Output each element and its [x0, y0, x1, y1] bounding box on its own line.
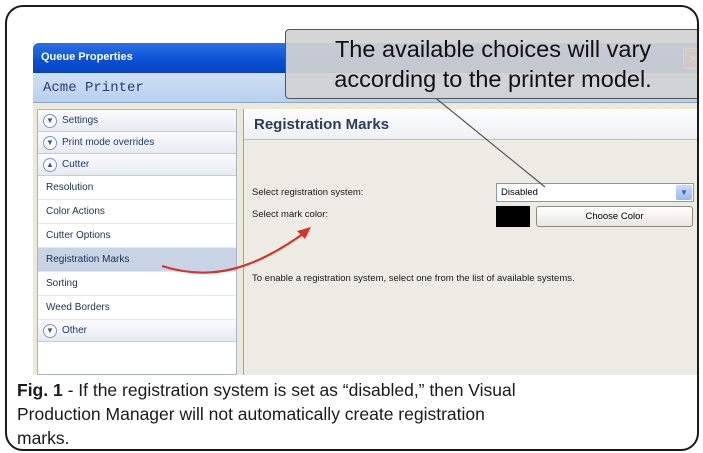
registration-system-select[interactable]: Disabled ▼ [496, 183, 694, 202]
chevron-up-icon: ▲ [43, 158, 57, 172]
caption-text-3: marks. [17, 428, 70, 448]
window-title: Queue Properties [41, 51, 133, 63]
sidebar-section-label: Settings [62, 115, 99, 126]
sidebar-section-other[interactable]: ▼ Other [38, 320, 236, 342]
sidebar-item-cutter-options[interactable]: Cutter Options [38, 224, 236, 248]
select-system-label: Select registration system: [252, 187, 364, 198]
caption-text-1: - If the registration system is set as “… [62, 380, 516, 400]
callout-line-2: according to the printer model. [334, 66, 652, 92]
sidebar: ▼ Settings ▼ Print mode overrides ▲ Cutt… [37, 109, 237, 375]
figure-frame: Queue Properties × Acme Printer ▼ Settin… [5, 5, 699, 451]
sidebar-section-print-mode-overrides[interactable]: ▼ Print mode overrides [38, 132, 236, 154]
sidebar-item-registration-marks[interactable]: Registration Marks [38, 248, 236, 272]
callout-box: The available choices will vary accordin… [285, 29, 697, 99]
content-panel: Registration Marks Select registration s… [243, 109, 697, 375]
page-title: Registration Marks [254, 116, 390, 133]
registration-hint: To enable a registration system, select … [252, 273, 575, 284]
sidebar-item-sorting[interactable]: Sorting [38, 272, 236, 296]
chevron-down-icon: ▼ [43, 114, 57, 128]
figure-caption: Fig. 1 - If the registration system is s… [17, 378, 697, 449]
choose-color-button[interactable]: Choose Color [536, 206, 693, 227]
chevron-down-icon[interactable]: ▼ [676, 185, 692, 200]
registration-system-value: Disabled [501, 187, 538, 198]
caption-text-2: Production Manager will not automaticall… [17, 404, 485, 424]
content-header: Registration Marks [244, 109, 697, 140]
sidebar-section-label: Cutter [62, 159, 90, 170]
printer-name: Acme Printer [43, 80, 144, 96]
mark-color-swatch[interactable] [496, 206, 530, 227]
chevron-down-icon: ▼ [43, 136, 57, 150]
sidebar-item-weed-borders[interactable]: Weed Borders [38, 296, 236, 320]
chevron-down-icon: ▼ [43, 324, 57, 338]
figure-label: Fig. 1 [17, 380, 63, 400]
sidebar-section-settings[interactable]: ▼ Settings [38, 110, 236, 132]
sidebar-item-resolution[interactable]: Resolution [38, 176, 236, 200]
callout-line-1: The available choices will vary [334, 36, 652, 62]
sidebar-item-color-actions[interactable]: Color Actions [38, 200, 236, 224]
sidebar-section-label: Other [62, 325, 88, 336]
sidebar-section-cutter[interactable]: ▲ Cutter [38, 154, 236, 176]
sidebar-section-label: Print mode overrides [62, 137, 155, 148]
select-color-label: Select mark color: [252, 209, 329, 220]
